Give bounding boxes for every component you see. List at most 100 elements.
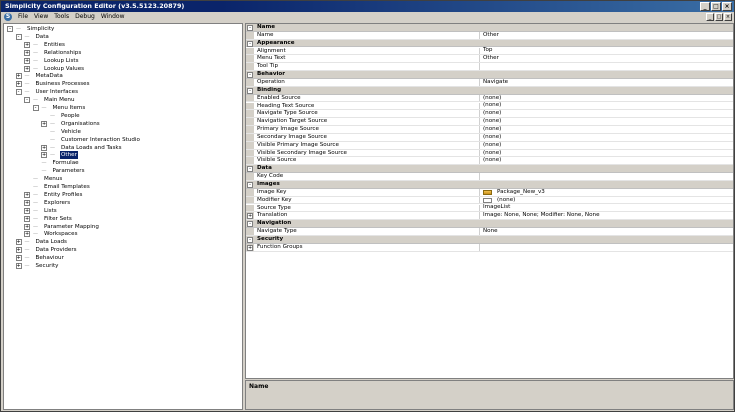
expand-icon[interactable]: + [41,152,47,159]
tree-item-label[interactable]: Behaviour [35,254,65,262]
property-category[interactable]: - Security [246,235,733,244]
expand-icon[interactable]: + [24,57,30,64]
tree-item-label[interactable]: Security [35,262,60,270]
menu-view[interactable]: View [31,12,51,22]
collapse-icon[interactable]: - [247,40,253,47]
property-value[interactable] [482,173,732,180]
tree-item[interactable]: + — Parameter Mapping [24,223,100,231]
property-value[interactable]: Other [482,32,732,39]
tree-item[interactable]: - — Data [15,33,50,41]
collapse-icon[interactable]: - [247,87,253,94]
tree-item[interactable]: + — Security [15,262,60,270]
property-value[interactable]: (none) [482,142,732,149]
expand-icon[interactable]: + [247,244,253,251]
property-row[interactable]: Enabled Source (none) [246,95,733,103]
tree-item[interactable]: — Customer Interaction Studio [41,136,141,144]
expand-icon[interactable]: + [41,120,47,127]
tree-item[interactable]: + — Business Processes [15,80,91,88]
menu-window[interactable]: Window [98,12,128,22]
property-category[interactable]: - Navigation [246,220,733,229]
property-category[interactable]: - Images [246,181,733,189]
collapse-icon[interactable]: - [32,105,39,111]
tree-item[interactable]: + — Lists [24,207,58,215]
expand-icon[interactable]: + [24,191,30,198]
configuration-tree[interactable]: - — Simplicity - — Data + — Entities + — Relationsh… [3,23,243,410]
tree-item[interactable]: + — Lookup Lists [24,57,80,65]
tree-item[interactable]: + — Explorers [24,199,71,207]
tree-item-label[interactable]: Entity Profiles [43,191,83,199]
tree-item-label[interactable]: Parameter Mapping [43,223,100,231]
property-row[interactable]: Tool Tip [246,63,733,72]
property-row[interactable]: Secondary Image Source (none) [246,134,733,142]
property-value[interactable]: Image: None, None; Modifier: None, None [482,212,732,219]
tree-item[interactable]: + — Workspaces [24,230,79,238]
tree-item[interactable]: + — Other [41,151,78,160]
tree-item[interactable]: + — Data Loads [15,238,68,246]
tree-item[interactable]: + — Filter Sets [24,215,73,223]
property-row[interactable]: Modifier Key (none) [246,197,733,205]
maximize-button[interactable]: □ [711,2,721,11]
child-close-button[interactable]: × [724,13,732,21]
collapse-icon[interactable]: - [247,25,253,31]
property-value[interactable]: (none) [482,134,732,141]
tree-item-label[interactable]: Business Processes [35,80,91,88]
property-category[interactable]: - Data [246,165,733,174]
tree-item[interactable]: + — Relationships [24,49,82,57]
tree-item-label[interactable]: Data Loads [35,238,68,246]
collapse-icon[interactable]: - [24,97,30,104]
collapse-icon[interactable]: - [15,33,22,40]
tree-item[interactable]: — Vehicle [41,128,82,136]
property-row[interactable]: Image Key Package_New_v3 [246,189,733,197]
expand-icon[interactable]: + [15,247,22,254]
tree-item-label[interactable]: Parameters [52,167,86,175]
property-category[interactable]: - Binding [246,86,733,95]
tree-item-label[interactable]: People [60,112,81,120]
tree-item-label[interactable]: User Interfaces [35,88,80,96]
tree-item[interactable]: + — Entity Profiles [24,191,83,199]
expand-icon[interactable]: + [15,239,22,246]
tree-item-label[interactable]: Simplicity [26,25,55,33]
tree-item[interactable]: + — Entities [24,41,66,49]
tree-item[interactable]: - — Menu Items [32,104,87,112]
property-value[interactable]: Navigate [482,79,732,86]
property-value[interactable]: (none) [482,95,732,102]
property-value[interactable]: (none) [482,157,732,164]
property-row[interactable]: Operation Navigate [246,79,733,87]
property-row[interactable]: Navigate Type None [246,228,733,236]
tree-item[interactable]: — Parameters [33,167,86,175]
collapse-icon[interactable]: - [247,166,253,173]
property-value[interactable]: None [482,228,732,235]
tree-item[interactable]: - — User Interfaces [15,88,80,96]
tree-item-label[interactable]: Workspaces [43,230,79,238]
tree-item-label[interactable]: Lists [43,207,58,215]
property-row[interactable]: Visible Source (none) [246,157,733,166]
tree-item[interactable]: + — MetaData [15,72,64,80]
menu-tools[interactable]: Tools [51,12,72,22]
property-row[interactable]: Navigate Type Source (none) [246,110,733,119]
expand-icon[interactable]: + [24,49,30,56]
property-value[interactable]: Package_New_v3 [482,189,732,196]
collapse-icon[interactable]: - [247,221,253,228]
property-category[interactable]: - Behavior [246,71,733,79]
expand-icon[interactable]: + [15,255,22,262]
tree-item[interactable]: — Email Templates [24,183,91,191]
tree-item-label[interactable]: Main Menu [43,96,76,104]
expand-icon[interactable]: + [24,215,30,222]
tree-item-label[interactable]: Customer Interaction Studio [60,136,141,144]
tree-item-label[interactable]: Entities [43,41,66,49]
tree-item[interactable]: — Formulae [33,159,80,167]
property-row[interactable]: Visible Secondary Image Source (none) [246,150,733,158]
expand-icon[interactable]: + [24,41,30,48]
tree-item-label[interactable]: MetaData [35,72,64,80]
tree-item-label[interactable]: Other [60,151,78,160]
tree-item[interactable]: + — Lookup Values [24,65,85,73]
child-restore-button[interactable]: □ [715,13,723,21]
tree-item-label[interactable]: Data Loads and Tasks [60,144,123,152]
expand-icon[interactable]: + [15,81,22,88]
property-row[interactable]: Source Type ImageList [246,204,733,213]
tree-item-label[interactable]: Data [35,33,50,41]
tree-item[interactable]: + — Organisations [41,120,101,128]
property-value[interactable]: Top [482,47,732,55]
collapse-icon[interactable]: - [247,72,253,79]
property-category[interactable]: - Name [246,24,733,32]
